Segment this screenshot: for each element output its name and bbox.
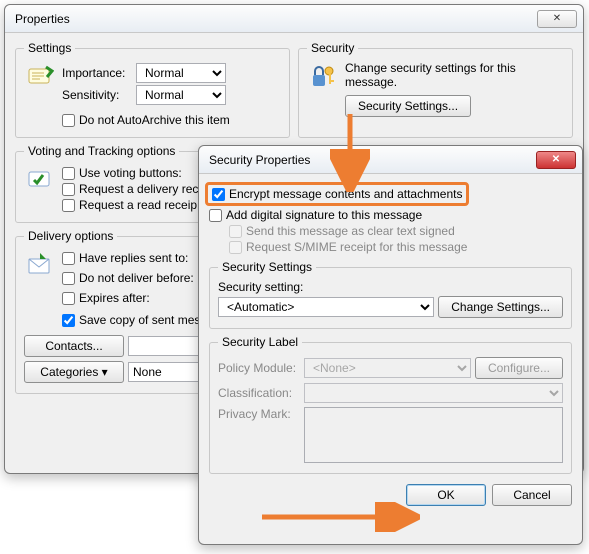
close-icon[interactable]: ✕ (537, 10, 577, 28)
voting-checkbox[interactable] (62, 167, 75, 180)
security-settings-legend: Security Settings (218, 260, 316, 274)
voting-label: Use voting buttons: (79, 166, 182, 180)
properties-titlebar[interactable]: Properties ✕ (5, 5, 583, 33)
security-label-legend: Security Label (218, 335, 302, 349)
cleartext-label: Send this message as clear text signed (246, 224, 455, 238)
read-receipt-checkbox[interactable] (62, 199, 75, 212)
voting-legend: Voting and Tracking options (24, 144, 179, 158)
replies-label: Have replies sent to: (79, 251, 188, 265)
sign-checkbox[interactable] (209, 209, 222, 222)
expires-label: Expires after: (79, 291, 150, 305)
contacts-button[interactable]: Contacts... (24, 335, 124, 357)
security-desc: Change security settings for this messag… (345, 61, 564, 89)
replies-checkbox[interactable] (62, 252, 75, 265)
sensitivity-select[interactable]: Normal (136, 85, 226, 105)
change-settings-button[interactable]: Change Settings... (438, 296, 563, 318)
delivery-receipt-checkbox[interactable] (62, 183, 75, 196)
encrypt-checkbox[interactable] (212, 188, 225, 201)
smime-label: Request S/MIME receipt for this message (246, 240, 467, 254)
cancel-button[interactable]: Cancel (492, 484, 572, 506)
deliver-before-checkbox[interactable] (62, 272, 75, 285)
settings-icon (24, 61, 56, 93)
settings-group: Settings Importance: Normal Sensitivity:… (15, 41, 290, 138)
sensitivity-label: Sensitivity: (62, 88, 132, 102)
security-settings-group: Security Settings Security setting: <Aut… (209, 260, 572, 329)
categories-button[interactable]: Categories ▾ (24, 361, 124, 383)
lock-key-icon (307, 61, 339, 93)
autoarchive-checkbox[interactable] (62, 114, 75, 127)
importance-label: Importance: (62, 66, 132, 80)
privacy-label: Privacy Mark: (218, 407, 300, 421)
deliver-before-label: Do not deliver before: (79, 271, 194, 285)
save-copy-label: Save copy of sent mes (79, 313, 200, 327)
expires-checkbox[interactable] (62, 292, 75, 305)
sign-label: Add digital signature to this message (226, 208, 422, 222)
cleartext-checkbox (229, 225, 242, 238)
delivery-icon (24, 249, 56, 281)
delivery-receipt-label: Request a delivery rec (79, 182, 198, 196)
security-label-group: Security Label Policy Module: <None> Con… (209, 335, 572, 474)
security-settings-button[interactable]: Security Settings... (345, 95, 471, 117)
secprops-titlebar[interactable]: Security Properties ✕ (199, 146, 582, 174)
settings-legend: Settings (24, 41, 75, 55)
properties-title: Properties (15, 12, 70, 26)
security-legend: Security (307, 41, 358, 55)
ok-button[interactable]: OK (406, 484, 486, 506)
delivery-legend: Delivery options (24, 229, 117, 243)
setting-label: Security setting: (218, 280, 303, 294)
privacy-textarea (304, 407, 563, 463)
smime-checkbox (229, 241, 242, 254)
security-properties-dialog: Security Properties ✕ Encrypt message co… (198, 145, 583, 545)
configure-button: Configure... (475, 357, 563, 379)
security-group: Security Change security settings for th… (298, 41, 573, 138)
voting-icon (24, 164, 56, 196)
close-icon[interactable]: ✕ (536, 151, 576, 169)
policy-select: <None> (304, 358, 471, 378)
classification-label: Classification: (218, 386, 300, 400)
autoarchive-label: Do not AutoArchive this item (79, 113, 230, 127)
save-copy-checkbox[interactable] (62, 314, 75, 327)
importance-select[interactable]: Normal (136, 63, 226, 83)
policy-label: Policy Module: (218, 361, 300, 375)
read-receipt-label: Request a read receip (79, 198, 197, 212)
secprops-title: Security Properties (209, 153, 310, 167)
classification-select (304, 383, 563, 403)
encrypt-label: Encrypt message contents and attachments (229, 187, 462, 201)
security-setting-select[interactable]: <Automatic> (218, 297, 434, 317)
